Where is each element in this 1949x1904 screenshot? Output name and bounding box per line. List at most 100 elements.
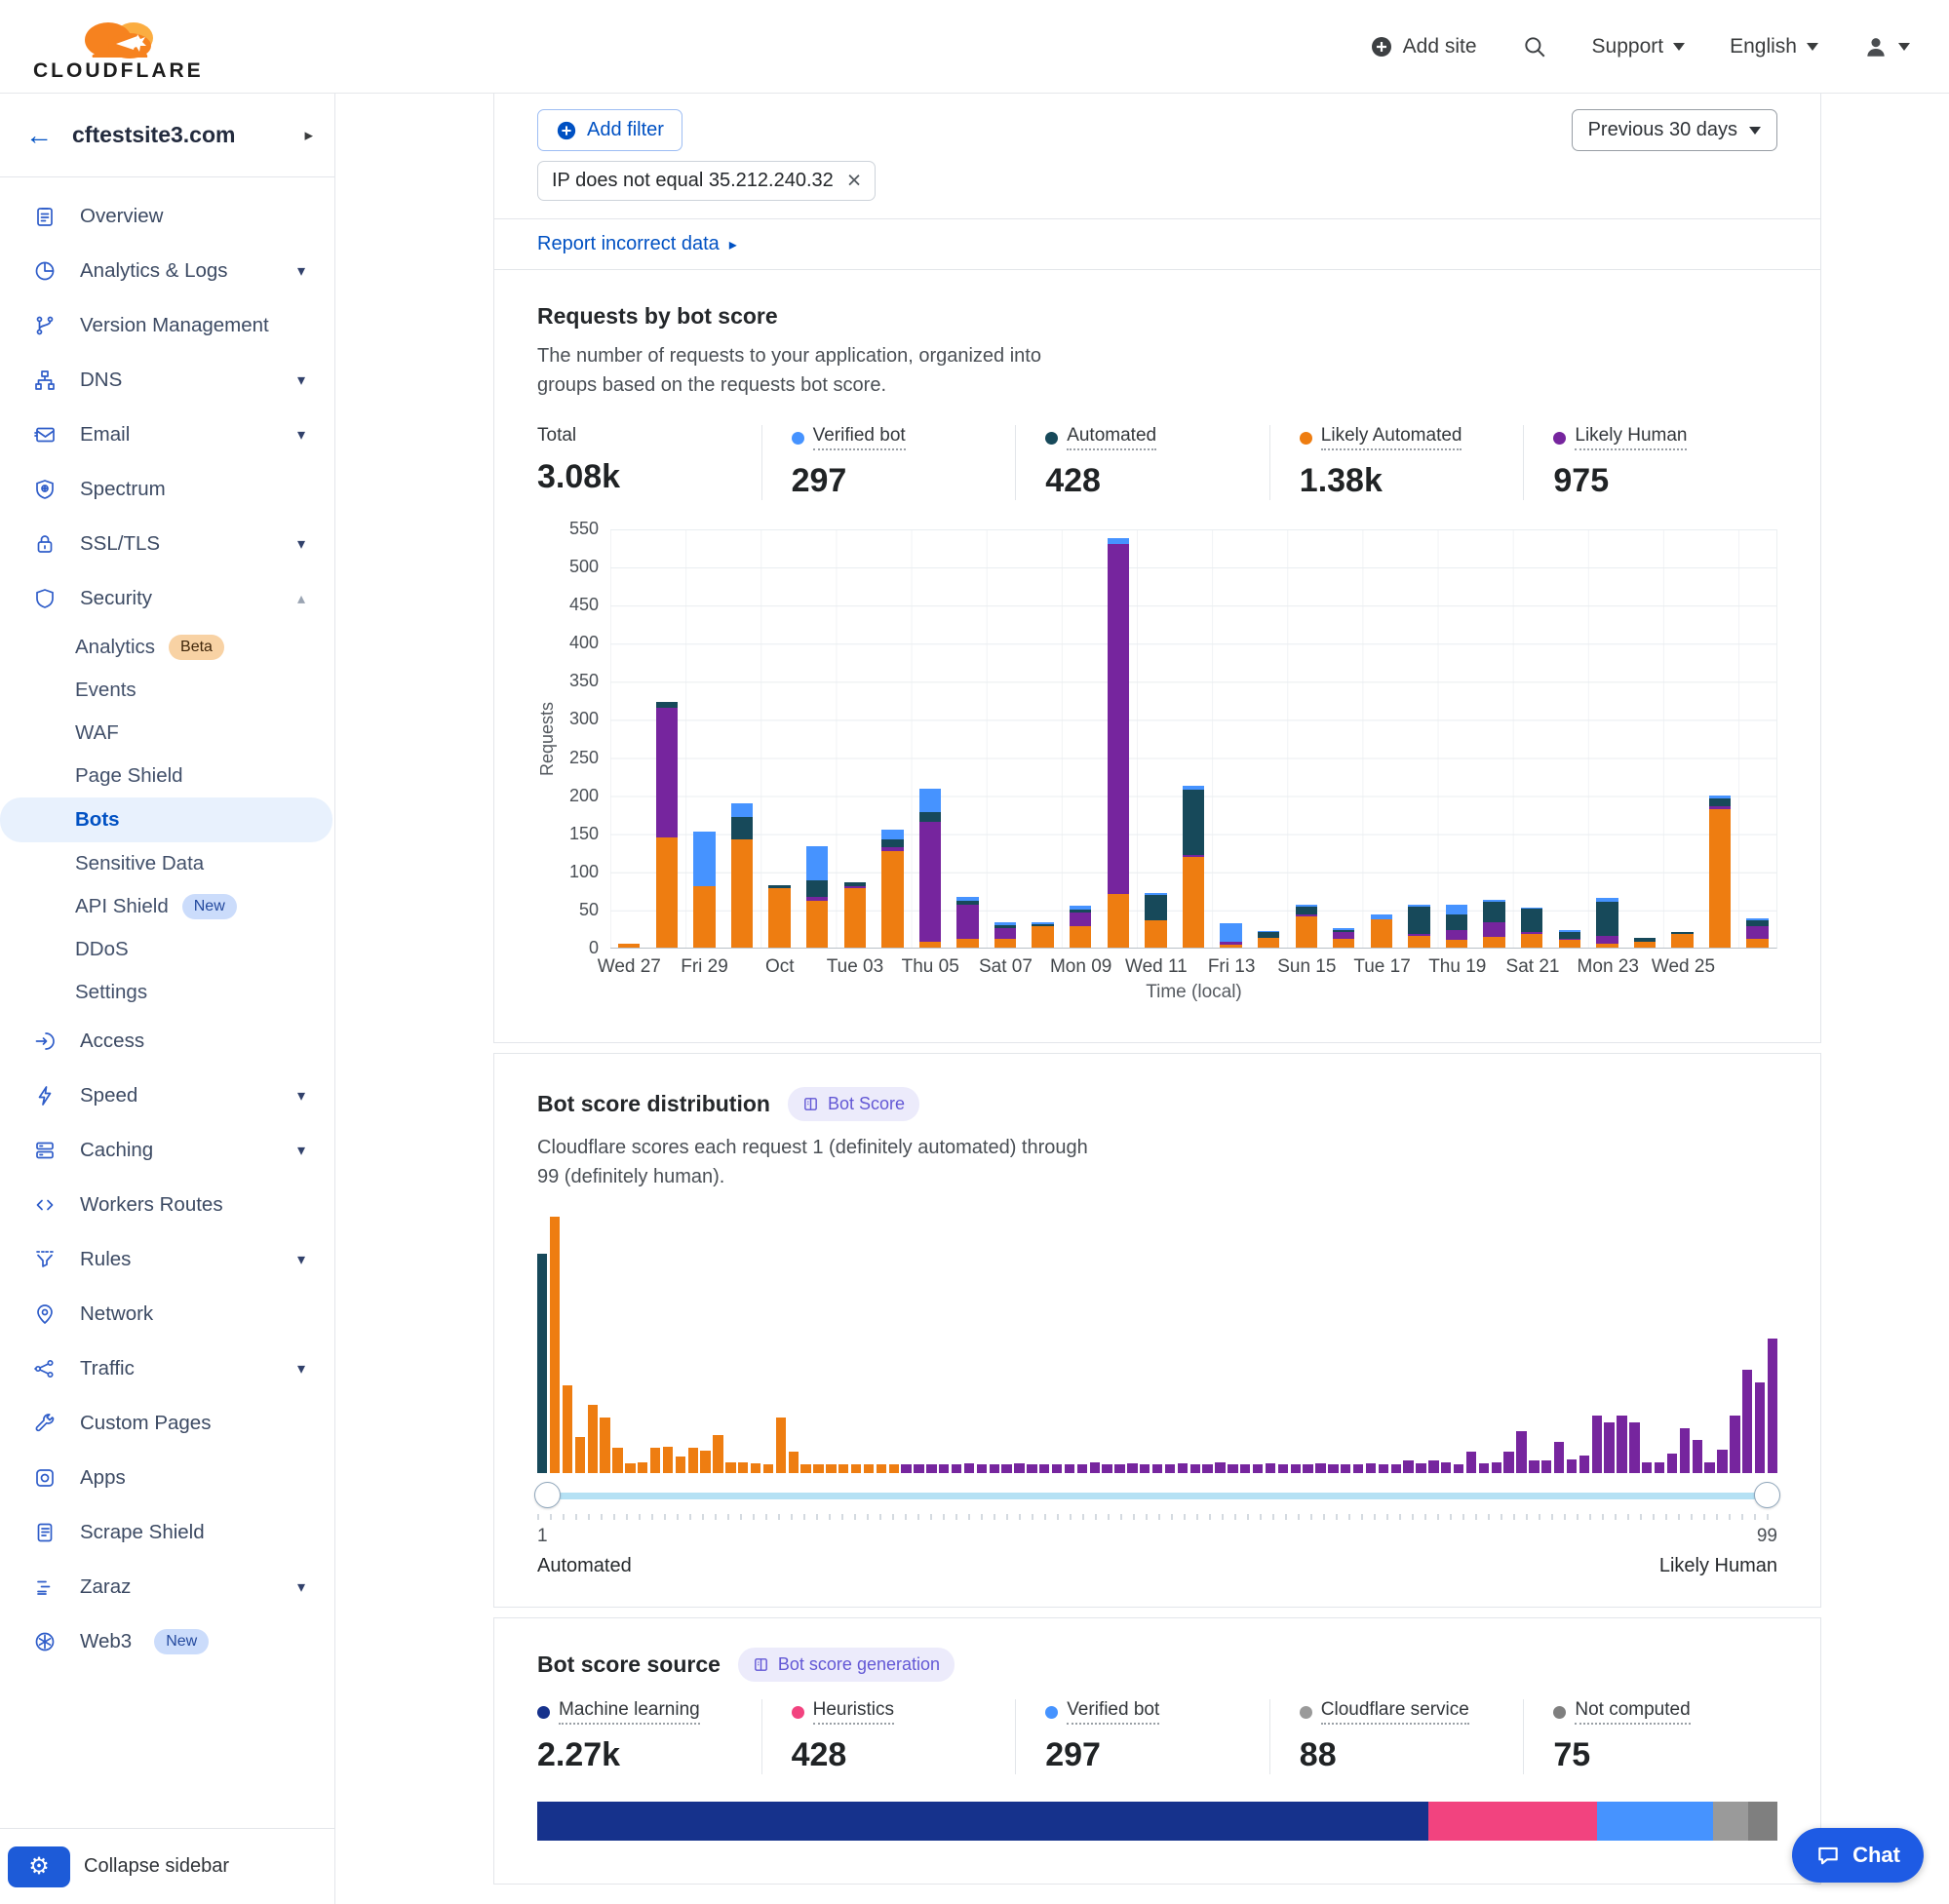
histogram-bar-score-25[interactable] xyxy=(838,1464,848,1473)
histogram-bar-score-33[interactable] xyxy=(939,1464,949,1473)
histogram-bar-score-12[interactable] xyxy=(676,1457,685,1473)
histogram-bar-score-39[interactable] xyxy=(1014,1463,1024,1473)
histogram-bar-score-28[interactable] xyxy=(877,1464,886,1473)
sidebar-item-traffic[interactable]: Traffic▾ xyxy=(0,1341,334,1396)
slider-track[interactable] xyxy=(537,1493,1777,1499)
histogram-bar-score-44[interactable] xyxy=(1077,1464,1087,1473)
histogram-bar-score-69[interactable] xyxy=(1391,1464,1401,1473)
histogram-bar-score-15[interactable] xyxy=(713,1435,722,1474)
sidebar-item-settings[interactable]: Settings xyxy=(0,971,334,1014)
sidebar-item-version-management[interactable]: Version Management xyxy=(0,298,334,353)
source-segment-cloudflare-service[interactable] xyxy=(1713,1802,1747,1841)
sidebar-item-bots[interactable]: Bots xyxy=(0,797,332,842)
date-range-select[interactable]: Previous 30 days xyxy=(1572,109,1777,151)
stat-label[interactable]: Machine learning xyxy=(559,1699,700,1725)
histogram-bar-score-65[interactable] xyxy=(1341,1464,1350,1473)
histogram-bar-score-58[interactable] xyxy=(1253,1464,1263,1473)
histogram-bar-score-55[interactable] xyxy=(1215,1462,1225,1473)
histogram-bar-score-41[interactable] xyxy=(1039,1464,1049,1473)
source-stacked-bar[interactable] xyxy=(537,1802,1777,1841)
sidebar-item-caching[interactable]: Caching▾ xyxy=(0,1123,334,1178)
stat-label[interactable]: Automated xyxy=(1067,425,1156,450)
stat-label[interactable]: Not computed xyxy=(1575,1699,1690,1725)
chart-bar-thu-26[interactable] xyxy=(1701,529,1739,948)
sidebar-item-custom-pages[interactable]: Custom Pages xyxy=(0,1396,334,1451)
histogram-bar-score-57[interactable] xyxy=(1240,1464,1250,1473)
histogram-bar-score-49[interactable] xyxy=(1140,1464,1150,1473)
histogram-bar-score-4[interactable] xyxy=(575,1437,585,1473)
add-filter-button[interactable]: Add filter xyxy=(537,109,682,151)
source-segment-not-computed[interactable] xyxy=(1748,1802,1777,1841)
histogram-bar-score-40[interactable] xyxy=(1027,1464,1036,1473)
histogram-bar-score-51[interactable] xyxy=(1165,1464,1175,1473)
sidebar-item-analytics-logs[interactable]: Analytics & Logs▾ xyxy=(0,244,334,298)
sidebar-item-rules[interactable]: Rules▾ xyxy=(0,1232,334,1287)
histogram-bar-score-79[interactable] xyxy=(1516,1431,1526,1473)
chart-bar-tue-03[interactable] xyxy=(836,529,874,948)
chart-bar-wed-18[interactable] xyxy=(1400,529,1438,948)
histogram-bar-score-90[interactable] xyxy=(1655,1462,1664,1474)
histogram-bar-score-34[interactable] xyxy=(952,1464,961,1473)
histogram-bar-score-62[interactable] xyxy=(1303,1464,1312,1473)
histogram-bar-score-14[interactable] xyxy=(700,1451,710,1473)
histogram-bar-score-76[interactable] xyxy=(1479,1463,1489,1473)
histogram-bar-score-66[interactable] xyxy=(1353,1464,1363,1473)
chart-bar-thu-12[interactable] xyxy=(1175,529,1213,948)
histogram-bar-score-35[interactable] xyxy=(964,1463,974,1473)
sidebar-item-events[interactable]: Events xyxy=(0,669,334,712)
source-segment-verified-bot[interactable] xyxy=(1597,1802,1714,1841)
histogram-bar-score-94[interactable] xyxy=(1704,1462,1714,1473)
chart-bar-thu-19[interactable] xyxy=(1438,529,1476,948)
sidebar-item-spectrum[interactable]: Spectrum xyxy=(0,462,334,517)
chart-bar-sun-08[interactable] xyxy=(1024,529,1062,948)
histogram-bar-score-80[interactable] xyxy=(1529,1460,1539,1473)
histogram-bar-score-26[interactable] xyxy=(851,1464,861,1473)
histogram-bar-score-21[interactable] xyxy=(789,1452,799,1473)
chart-bar-fri-06[interactable] xyxy=(949,529,987,948)
report-incorrect-data-link[interactable]: Report incorrect data ▸ xyxy=(537,233,737,255)
histogram-bar-score-7[interactable] xyxy=(612,1448,622,1473)
cloudflare-logo[interactable]: CLOUDFLARE xyxy=(33,11,204,83)
histogram-bar-score-85[interactable] xyxy=(1592,1416,1602,1473)
histogram-bar-score-56[interactable] xyxy=(1228,1464,1237,1473)
chart-bar-tue-17[interactable] xyxy=(1363,529,1401,948)
chat-button[interactable]: Chat xyxy=(1792,1828,1924,1883)
histogram-bar-score-1[interactable] xyxy=(537,1254,547,1473)
histogram-bar-score-37[interactable] xyxy=(990,1464,999,1473)
histogram-bar-score-91[interactable] xyxy=(1667,1454,1677,1473)
stat-label[interactable]: Likely Human xyxy=(1575,425,1687,450)
site-switcher[interactable]: ← cftestsite3.com ▸ xyxy=(0,94,334,177)
histogram-bar-score-52[interactable] xyxy=(1178,1463,1188,1473)
histogram-bar-score-87[interactable] xyxy=(1617,1416,1626,1473)
settings-gear-button[interactable]: ⚙ xyxy=(8,1846,70,1887)
histogram-bar-score-48[interactable] xyxy=(1127,1463,1137,1473)
histogram-bar-score-60[interactable] xyxy=(1278,1464,1288,1473)
histogram-bar-score-68[interactable] xyxy=(1379,1464,1388,1473)
slider-handle-min[interactable] xyxy=(534,1482,561,1508)
chart-bar-wed-11[interactable] xyxy=(1137,529,1175,948)
sidebar-item-analytics[interactable]: AnalyticsBeta xyxy=(0,626,334,669)
chart-bar-wed-25[interactable] xyxy=(1663,529,1701,948)
stat-label[interactable]: Verified bot xyxy=(813,425,906,450)
sidebar-item-ddos[interactable]: DDoS xyxy=(0,928,334,971)
histogram-bar-score-54[interactable] xyxy=(1202,1464,1212,1473)
sidebar-item-apps[interactable]: Apps xyxy=(0,1451,334,1505)
sidebar-item-waf[interactable]: WAF xyxy=(0,712,334,755)
histogram-bar-score-74[interactable] xyxy=(1454,1464,1463,1473)
histogram-bar-score-16[interactable] xyxy=(725,1462,735,1474)
source-segment-heuristics[interactable] xyxy=(1428,1802,1596,1841)
histogram-bar-score-9[interactable] xyxy=(638,1462,647,1474)
histogram-bar-score-64[interactable] xyxy=(1328,1464,1338,1473)
chart-bar-sun-22[interactable] xyxy=(1550,529,1588,948)
histogram-bar-score-95[interactable] xyxy=(1717,1450,1727,1473)
histogram-bar-score-20[interactable] xyxy=(776,1418,786,1473)
sidebar-item-ssl-tls[interactable]: SSL/TLS▾ xyxy=(0,517,334,571)
histogram-bar-score-61[interactable] xyxy=(1291,1464,1301,1473)
sidebar-item-email[interactable]: Email▾ xyxy=(0,408,334,462)
chart-bar-fri-27[interactable] xyxy=(1738,529,1776,948)
sidebar-item-scrape-shield[interactable]: Scrape Shield xyxy=(0,1505,334,1560)
histogram-bar-score-96[interactable] xyxy=(1730,1416,1739,1473)
close-icon[interactable]: × xyxy=(847,169,862,193)
support-menu[interactable]: Support xyxy=(1592,35,1686,58)
histogram-bar-score-24[interactable] xyxy=(826,1464,836,1473)
